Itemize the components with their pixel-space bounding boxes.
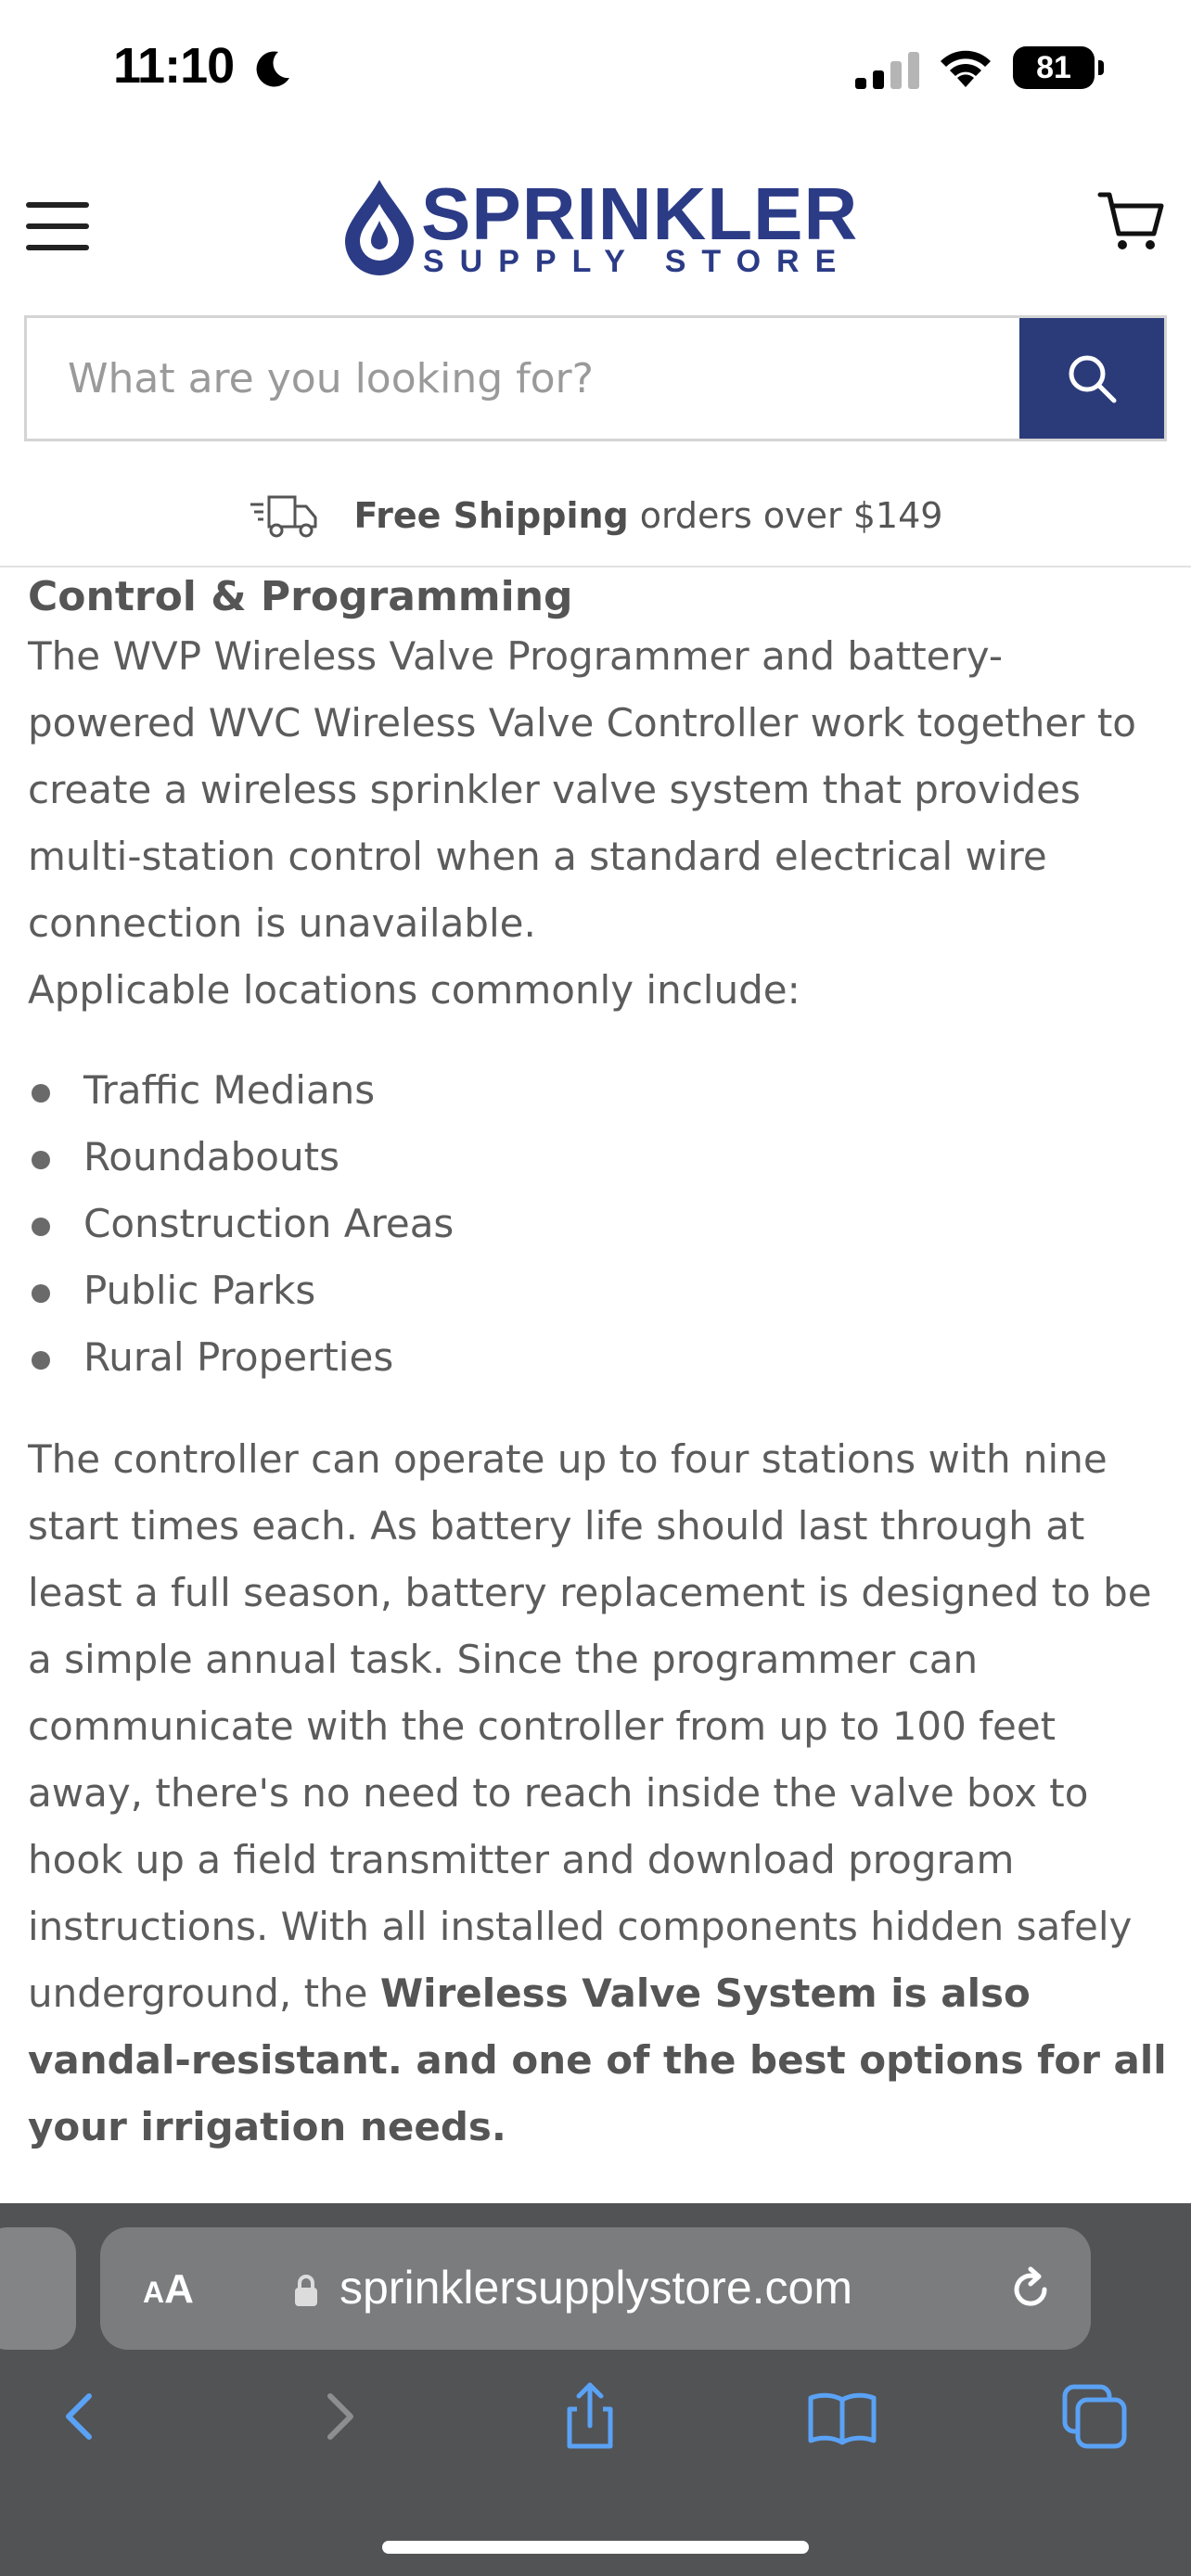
list-item: Construction Areas — [28, 1191, 1169, 1257]
list-item: Roundabouts — [28, 1124, 1169, 1191]
free-shipping-banner[interactable]: Free Shipping orders over $149 — [0, 482, 1191, 549]
free-shipping-label: Free Shipping — [353, 495, 629, 536]
menu-icon[interactable] — [26, 202, 91, 250]
intro-paragraph: The WVP Wireless Valve Programmer and ba… — [28, 633, 1136, 946]
status-bar: 11:10 81 — [0, 0, 1191, 139]
locations-list: Traffic Medians Roundabouts Construction… — [28, 1057, 1169, 1391]
list-item: Public Parks — [28, 1257, 1169, 1324]
search-bar — [24, 315, 1167, 441]
logo-wordmark: SPRINKLER — [421, 172, 859, 255]
free-shipping-condition: orders over $149 — [639, 495, 943, 536]
lock-icon — [295, 2275, 317, 2306]
reload-icon[interactable] — [1005, 2264, 1056, 2315]
search-button[interactable] — [1019, 318, 1164, 439]
forward-icon[interactable] — [302, 2379, 377, 2454]
previous-tab-preview[interactable] — [0, 2227, 76, 2350]
search-input[interactable] — [27, 318, 1019, 439]
moon-icon — [256, 51, 289, 87]
truck-icon — [250, 495, 317, 538]
aa-big: A — [164, 2266, 194, 2312]
battery-indicator: 81 — [1013, 46, 1104, 89]
body-paragraph: The controller can operate up to four st… — [28, 1426, 1169, 2161]
battery-level: 81 — [1013, 46, 1095, 89]
share-icon[interactable] — [553, 2379, 627, 2454]
site-header: SPRINKLER SUPPLY STORE — [0, 139, 1191, 306]
search-icon — [1069, 355, 1117, 403]
status-time: 11:10 — [113, 38, 235, 94]
wifi-icon — [941, 50, 991, 87]
cart-icon[interactable] — [1096, 187, 1165, 256]
browser-chrome: AA sprinklersupplystore.com — [0, 2203, 1191, 2576]
list-item: Rural Properties — [28, 1324, 1169, 1391]
water-drop-logo-icon — [345, 180, 414, 275]
locations-intro: Applicable locations commonly include: — [28, 967, 800, 1013]
body-text: The controller can operate up to four st… — [28, 1436, 1152, 2016]
site-logo[interactable]: SPRINKLER SUPPLY STORE — [339, 172, 859, 279]
battery-cap — [1098, 60, 1104, 75]
url-text[interactable]: sprinklersupplystore.com — [339, 2261, 852, 2315]
home-indicator — [382, 2541, 809, 2554]
bookmarks-icon[interactable] — [805, 2379, 879, 2454]
back-icon[interactable] — [43, 2379, 117, 2454]
aa-small: A — [143, 2276, 165, 2309]
section-heading: Control & Programming — [28, 573, 573, 620]
tabs-icon[interactable] — [1057, 2379, 1132, 2454]
reader-options-button[interactable]: AA — [143, 2266, 194, 2313]
address-bar[interactable]: AA sprinklersupplystore.com — [100, 2227, 1091, 2350]
browser-toolbar — [0, 2379, 1191, 2472]
cellular-signal-icon — [855, 52, 919, 89]
list-item: Traffic Medians — [28, 1057, 1169, 1124]
logo-tagline: SUPPLY STORE — [423, 244, 852, 279]
product-description: Control & Programming The WVP Wireless V… — [28, 567, 1169, 2200]
